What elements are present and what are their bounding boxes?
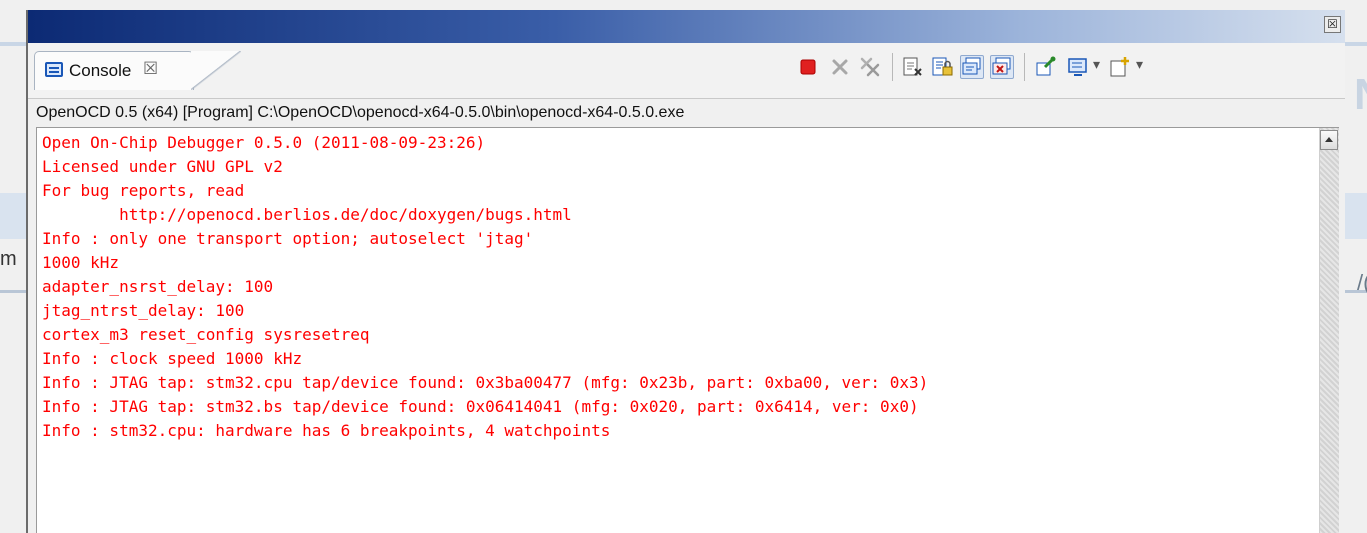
console-line: adapter_nsrst_delay: 100 — [42, 277, 274, 296]
console-line: jtag_ntrst_delay: 100 — [42, 301, 245, 320]
console-line: For bug reports, read — [42, 181, 245, 200]
show-console-on-stderr-icon — [992, 57, 1011, 75]
open-console-button[interactable] — [1108, 55, 1132, 79]
terminate-button[interactable] — [796, 55, 820, 79]
tab-close-button[interactable]: ☒ — [143, 59, 158, 79]
toolbar-separator — [892, 53, 893, 81]
tab-console-label: Console — [69, 61, 132, 80]
display-selected-console-icon — [1068, 58, 1087, 76]
console-line: http://openocd.berlios.de/doc/doxygen/bu… — [42, 205, 572, 224]
tab-console[interactable]: Console ☒ — [34, 51, 194, 90]
scroll-lock-icon — [932, 57, 953, 76]
console-line: cortex_m3 reset_config sysresetreq — [42, 325, 370, 344]
console-line: Info : stm32.cpu: hardware has 6 breakpo… — [42, 421, 611, 440]
console-line: Licensed under GNU GPL v2 — [42, 157, 283, 176]
console-line: Info : clock speed 1000 kHz — [42, 349, 303, 368]
background-text-right-big: N — [1354, 70, 1367, 120]
console-line: Open On-Chip Debugger 0.5.0 (2011-08-09-… — [42, 133, 486, 152]
console-icon — [45, 62, 63, 77]
tab-edge — [191, 51, 241, 90]
pin-console-icon — [1036, 56, 1056, 76]
show-on-stdout-button[interactable] — [960, 55, 984, 79]
terminate-icon — [800, 59, 816, 75]
toolbar-separator — [1024, 53, 1025, 81]
pin-console-button[interactable] — [1034, 55, 1058, 79]
scroll-up-button[interactable] — [1320, 130, 1338, 150]
open-console-icon — [1110, 57, 1129, 77]
remove-all-terminated-icon — [860, 57, 880, 77]
console-output-area[interactable]: Open On-Chip Debugger 0.5.0 (2011-08-09-… — [36, 127, 1339, 533]
clear-console-icon — [903, 57, 922, 76]
show-console-on-stdout-icon — [962, 57, 981, 75]
console-line: Info : JTAG tap: stm32.bs tap/device fou… — [42, 397, 919, 416]
display-console-dropdown-icon[interactable]: ▾ — [1093, 57, 1100, 73]
display-selected-console-button[interactable] — [1066, 55, 1090, 79]
remove-launch-icon — [832, 59, 848, 75]
scroll-lock-button[interactable] — [930, 55, 954, 79]
console-line: Info : JTAG tap: stm32.cpu tap/device fo… — [42, 373, 929, 392]
title-bar[interactable]: ☒ — [28, 10, 1345, 43]
show-on-stderr-button[interactable] — [990, 55, 1014, 79]
open-console-dropdown-icon[interactable]: ▾ — [1136, 57, 1143, 73]
view-tab-row: Console ☒ ▾ ▾ — [28, 43, 1345, 99]
console-line: 1000 kHz — [42, 253, 120, 272]
remove-launch-button[interactable] — [828, 55, 852, 79]
vertical-scrollbar[interactable] — [1319, 128, 1339, 533]
process-path-label: OpenOCD 0.5 (x64) [Program] C:\OpenOCD\o… — [28, 99, 1345, 126]
remove-all-terminated-button[interactable] — [858, 55, 882, 79]
window-close-button[interactable]: ☒ — [1324, 16, 1341, 33]
console-view-window: ☒ Console ☒ ▾ ▾ OpenOCD 0.5 (x64) [Progr… — [26, 10, 1345, 533]
console-output-text: Open On-Chip Debugger 0.5.0 (2011-08-09-… — [42, 131, 928, 443]
clear-console-button[interactable] — [900, 55, 924, 79]
console-line: Info : only one transport option; autose… — [42, 229, 534, 248]
background-text-right: /( — [1357, 270, 1367, 295]
background-text-left: m — [0, 248, 17, 270]
